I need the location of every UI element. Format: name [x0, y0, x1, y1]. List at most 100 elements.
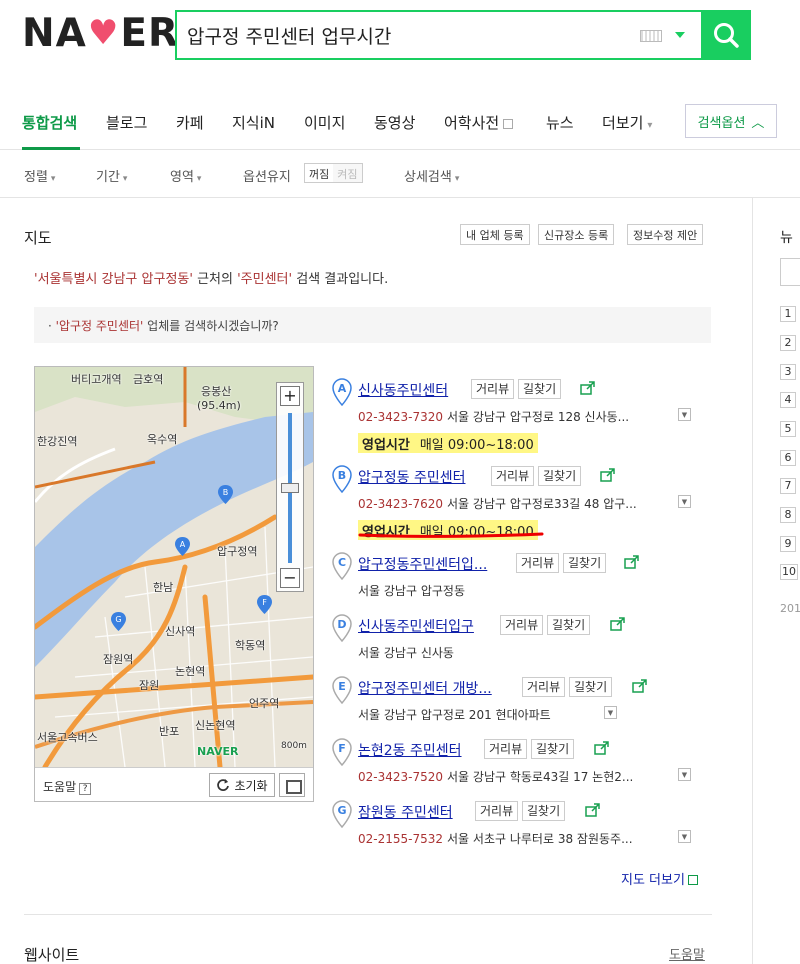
expand-address-button[interactable]: ▼	[678, 408, 691, 421]
rank-number[interactable]: 4	[780, 392, 796, 408]
result-name[interactable]: 잠원동 주민센터	[358, 802, 453, 822]
svg-text:F: F	[262, 598, 267, 607]
map-label: 언주역	[249, 697, 280, 710]
rank-number[interactable]: 8	[780, 507, 796, 523]
street-view-button[interactable]: 거리뷰	[522, 677, 566, 697]
result-address: 서울 강남구 압구정로33길 48 압구...	[447, 497, 637, 511]
map-reset-button[interactable]: 초기화	[209, 773, 275, 797]
street-view-button[interactable]: 거리뷰	[484, 739, 528, 759]
street-view-button[interactable]: 거리뷰	[516, 553, 560, 573]
directions-button[interactable]: 길찾기	[563, 553, 607, 573]
result-phone[interactable]: 02-3423-7320	[358, 410, 443, 424]
marker-e-icon: E	[332, 676, 352, 704]
filter-period[interactable]: 기간 ▾	[96, 166, 127, 185]
expand-address-button[interactable]: ▼	[678, 768, 691, 781]
result-address: 서울 강남구 압구정동	[358, 584, 465, 598]
result-phone[interactable]: 02-2155-7532	[358, 832, 443, 846]
website-help-link[interactable]: 도움말	[669, 944, 705, 963]
filter-area[interactable]: 영역 ▾	[170, 166, 201, 185]
notice-mid: 근처의	[192, 272, 238, 287]
directions-button[interactable]: 길찾기	[518, 379, 562, 399]
search-options-button[interactable]: 검색옵션 ︿	[685, 104, 777, 138]
tab-dictionary[interactable]: 어학사전	[444, 112, 514, 133]
result-name[interactable]: 압구정동 주민센터	[358, 467, 466, 487]
naver-logo[interactable]: NA ♥ ER	[22, 10, 179, 56]
result-phone[interactable]: 02-3423-7620	[358, 497, 443, 511]
map-more-link[interactable]: 지도 더보기	[621, 869, 698, 888]
result-name[interactable]: 신사동주민센터입구	[358, 616, 474, 636]
search-button[interactable]	[701, 10, 751, 60]
toggle-on[interactable]: 켜짐	[333, 164, 362, 182]
directions-button[interactable]: 길찾기	[522, 801, 566, 821]
expand-address-button[interactable]: ▼	[604, 706, 617, 719]
directions-button[interactable]: 길찾기	[547, 615, 591, 635]
register-my-business-button[interactable]: 내 업체 등록	[460, 224, 530, 245]
register-new-place-button[interactable]: 신규장소 등록	[538, 224, 615, 245]
street-view-button[interactable]: 거리뷰	[475, 801, 519, 821]
share-icon[interactable]	[624, 555, 640, 569]
filter-detail[interactable]: 상세검색 ▾	[404, 166, 459, 185]
expand-address-button[interactable]: ▼	[678, 830, 691, 843]
share-icon[interactable]	[632, 679, 648, 693]
autocomplete-toggle-icon[interactable]	[675, 32, 685, 38]
map-pin-b-icon[interactable]: B	[218, 485, 233, 504]
result-info: 02-3423-7620 서울 강남구 압구정로33길 48 압구...	[358, 495, 637, 512]
street-view-button[interactable]: 거리뷰	[500, 615, 544, 635]
share-icon[interactable]	[580, 381, 596, 395]
tab-kin[interactable]: 지식iN	[232, 112, 275, 133]
result-name[interactable]: 압구정동주민센터입...	[358, 554, 487, 574]
map-pin-a-icon[interactable]: A	[175, 537, 190, 556]
search-input[interactable]	[187, 20, 627, 50]
share-icon[interactable]	[594, 741, 610, 755]
street-view-button[interactable]: 거리뷰	[471, 379, 515, 399]
rank-number[interactable]: 9	[780, 536, 796, 552]
tab-cafe[interactable]: 카페	[176, 112, 204, 133]
result-phone[interactable]: 02-3423-7520	[358, 770, 443, 784]
rank-number[interactable]: 6	[780, 450, 796, 466]
share-icon[interactable]	[600, 468, 616, 482]
share-icon[interactable]	[610, 617, 626, 631]
map-help[interactable]: 도움말?	[43, 778, 92, 795]
map-view[interactable]: 버티고개역 금호역 응봉산 (95.4m) 한강진역 옥수역 압구정역 한남 신…	[34, 366, 314, 802]
filter-detail-label: 상세검색	[404, 170, 452, 185]
suggest-edit-button[interactable]: 정보수정 제안	[627, 224, 704, 245]
tab-image[interactable]: 이미지	[304, 112, 345, 133]
filter-sort[interactable]: 정렬 ▾	[24, 166, 55, 185]
street-view-button[interactable]: 거리뷰	[491, 466, 535, 486]
svg-text:E: E	[338, 680, 346, 693]
map-pin-f-icon[interactable]: F	[257, 595, 272, 614]
zoom-handle[interactable]	[281, 483, 299, 493]
directions-button[interactable]: 길찾기	[569, 677, 613, 697]
keyboard-icon[interactable]	[640, 30, 662, 42]
map-pin-g-icon[interactable]: G	[111, 612, 126, 631]
tab-news[interactable]: 뉴스	[546, 112, 574, 133]
zoom-in-button[interactable]: +	[280, 386, 300, 406]
tab-video[interactable]: 동영상	[374, 112, 415, 133]
svg-text:G: G	[337, 804, 346, 817]
zoom-out-button[interactable]: −	[280, 568, 300, 588]
share-icon[interactable]	[585, 803, 601, 817]
rank-number[interactable]: 7	[780, 478, 796, 494]
tab-more[interactable]: 더보기 ▾	[602, 112, 652, 133]
toggle-off[interactable]: 꺼짐	[305, 164, 333, 182]
result-name[interactable]: 신사동주민센터	[358, 380, 448, 400]
rank-number[interactable]: 10	[780, 564, 798, 580]
rank-number[interactable]: 1	[780, 306, 796, 322]
rank-number[interactable]: 2	[780, 335, 796, 351]
chevron-up-icon: ︿	[751, 115, 765, 131]
expand-address-button[interactable]: ▼	[678, 495, 691, 508]
suggest-link[interactable]: '압구정 주민센터'	[56, 319, 144, 333]
tab-integrated[interactable]: 통합검색	[22, 112, 77, 133]
map-layer-button[interactable]	[279, 773, 305, 797]
rank-number[interactable]: 5	[780, 421, 796, 437]
result-name[interactable]: 압구정주민센터 개방...	[358, 678, 492, 698]
notice-location: '서울특별시 강남구 압구정동'	[34, 272, 193, 287]
option-keep-toggle[interactable]: 꺼짐 켜짐	[304, 163, 363, 183]
directions-button[interactable]: 길찾기	[531, 739, 575, 759]
result-info: 서울 강남구 신사동	[358, 644, 454, 661]
directions-button[interactable]: 길찾기	[538, 466, 582, 486]
right-column-input[interactable]	[780, 258, 800, 286]
result-name[interactable]: 논현2동 주민센터	[358, 740, 462, 760]
rank-number[interactable]: 3	[780, 364, 796, 380]
tab-blog[interactable]: 블로그	[106, 112, 147, 133]
